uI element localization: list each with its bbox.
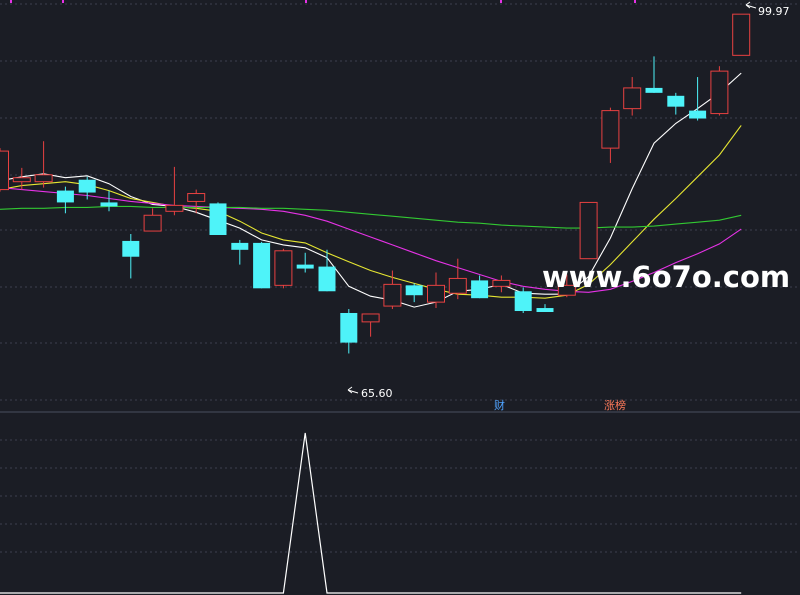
candle: [253, 241, 271, 289]
candle: [732, 13, 751, 56]
candle-body: [689, 110, 707, 119]
candle-body: [448, 277, 467, 294]
high-price-label: 99.97: [758, 5, 790, 18]
candle: [209, 202, 227, 235]
candle-body: [296, 264, 314, 269]
event-marker-zhangbang: 涨榜: [604, 398, 626, 412]
candle-body: [383, 283, 402, 307]
candle: [274, 248, 293, 289]
candle-body: [12, 177, 31, 183]
candle-body: [645, 87, 663, 93]
candle-body: [231, 242, 249, 250]
event-marker-cai: 财: [494, 398, 505, 412]
candle-body: [318, 266, 336, 292]
candle-body: [667, 95, 685, 107]
candle-body: [361, 313, 380, 323]
candle-body: [471, 280, 489, 299]
top-tick-mark: [634, 0, 636, 3]
candle-body: [274, 250, 293, 286]
candle-body: [427, 284, 445, 303]
watermark: www.6o7o.com: [542, 260, 790, 294]
candle-body: [601, 110, 620, 149]
candle: [710, 66, 729, 116]
candle-body: [34, 174, 53, 183]
top-tick-mark: [10, 0, 12, 3]
candle: [0, 148, 9, 192]
top-tick-mark: [500, 0, 502, 3]
candle-body: [0, 150, 9, 191]
candle-body: [143, 214, 162, 232]
top-tick-mark: [62, 0, 64, 3]
candle-body: [492, 279, 511, 287]
candle-body: [536, 308, 554, 312]
candle-body: [78, 179, 96, 193]
candle-body: [165, 204, 184, 212]
stock-chart: 99.97 65.60 财 涨榜 www.6o7o.com: [0, 0, 800, 595]
candle-body: [56, 190, 74, 203]
candle-body: [187, 193, 206, 202]
candle-body: [340, 312, 358, 343]
candle-body: [623, 87, 642, 110]
candle-body: [122, 240, 140, 257]
low-price-label: 65.60: [361, 387, 393, 400]
candle-body: [405, 285, 423, 296]
candle-body: [732, 13, 751, 56]
candle-body: [514, 291, 532, 312]
candle: [579, 201, 598, 260]
candle-body: [579, 201, 598, 260]
candle-body: [710, 70, 729, 115]
candle-body: [209, 203, 227, 235]
candle-body: [100, 202, 118, 207]
top-tick-mark: [305, 0, 307, 3]
candle-body: [253, 242, 271, 289]
